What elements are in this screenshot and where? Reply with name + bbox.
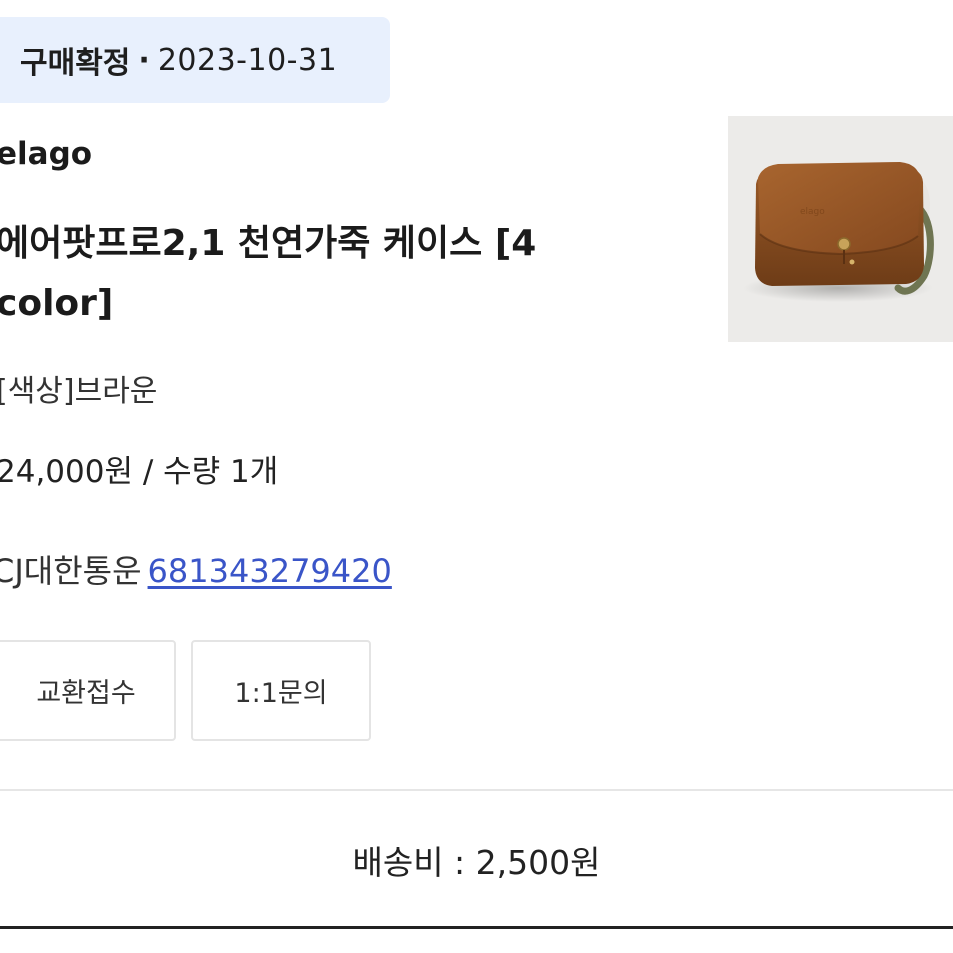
product-thumbnail[interactable]: elago [728,116,953,342]
order-status-badge: 구매확정 · 2023-10-31 [0,17,390,103]
order-date: 2023-10-31 [157,42,338,78]
leather-airpods-case-image: elago [743,162,934,302]
order-detail-card: 구매확정 · 2023-10-31 elago 에어팟프로2,1 천연가죽 케이… [0,0,953,953]
status-separator: · [138,42,150,78]
delivery-tracking: CJ대한통운 681343279420 [0,546,392,592]
carrier-name: CJ대한통운 [0,552,142,590]
order-status: 구매확정 [20,46,131,81]
exchange-request-button[interactable]: 교환접수 [0,640,176,741]
section-divider [0,789,953,791]
tracking-number-link[interactable]: 681343279420 [148,552,392,590]
one-to-one-inquiry-button[interactable]: 1:1문의 [191,640,371,741]
svg-text:elago: elago [800,207,825,217]
product-title[interactable]: 에어팟프로2,1 천연가죽 케이스 [4 color] [0,214,656,334]
shipping-fee: 배송비 : 2,500원 [352,843,601,882]
brand-name[interactable]: elago [0,136,92,172]
price-quantity: 24,000원 / 수량 1개 [0,454,279,490]
product-option: [색상]브라운 [0,374,158,409]
bottom-rule [0,926,953,929]
